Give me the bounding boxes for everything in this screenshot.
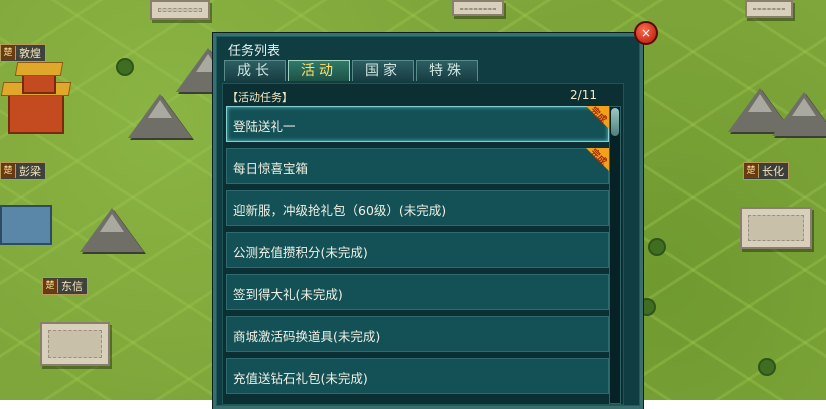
task-label: 迎新服，冲级抢礼包（60级）(未完成) xyxy=(233,203,447,218)
task-tabs: 成长 活动 国家 特殊 xyxy=(224,60,478,81)
task-label: 每日惊喜宝箱 xyxy=(233,161,309,176)
task-row[interactable]: 充值送钻石礼包(未完成) xyxy=(226,358,609,394)
task-row[interactable]: 商城激活码换道具(未完成) xyxy=(226,316,609,352)
task-label: 商城激活码换道具(未完成) xyxy=(233,329,381,344)
task-row[interactable]: 公测充值攒积分(未完成) xyxy=(226,232,609,268)
mountain-icon xyxy=(772,92,826,136)
tab-growth[interactable]: 成长 xyxy=(224,60,286,81)
city-label[interactable]: 楚 东信 xyxy=(42,277,88,295)
nation-flag-icon: 楚 xyxy=(43,279,58,293)
nation-flag-icon: 楚 xyxy=(1,164,16,178)
task-list-panel: 任务列表 成长 活动 国家 特殊 【活动任务】 2/11 登陆送礼一 完成 每日… xyxy=(213,33,643,409)
tree-icon xyxy=(118,60,132,74)
tab-nation[interactable]: 国家 xyxy=(352,60,414,81)
blue-hall-building[interactable] xyxy=(0,205,52,245)
task-row[interactable]: 登陆送礼一 完成 xyxy=(226,106,610,142)
city-building[interactable] xyxy=(740,207,812,249)
city-building[interactable] xyxy=(40,322,110,366)
tab-special[interactable]: 特殊 xyxy=(416,60,478,81)
nation-flag-icon: 楚 xyxy=(1,46,16,60)
city-name: 长化 xyxy=(762,165,784,178)
section-title: 【活动任务】 xyxy=(227,91,293,104)
city-name: 敦煌 xyxy=(19,47,41,60)
scroll-thumb[interactable] xyxy=(611,108,619,136)
city-name: 东信 xyxy=(61,280,83,293)
palace-building[interactable] xyxy=(8,90,64,134)
close-icon: × xyxy=(640,26,652,40)
task-list: 【活动任务】 2/11 登陆送礼一 完成 每日惊喜宝箱 完成 迎新服，冲级抢礼包… xyxy=(222,83,624,405)
page-count: 2/11 xyxy=(570,88,597,102)
mountain-icon xyxy=(128,94,192,138)
city-building[interactable] xyxy=(150,0,210,20)
mountain-icon xyxy=(80,208,144,252)
city-name: 彭梁 xyxy=(19,165,41,178)
city-building[interactable] xyxy=(745,0,793,18)
task-row[interactable]: 迎新服，冲级抢礼包（60级）(未完成) xyxy=(226,190,609,226)
panel-title: 任务列表 xyxy=(228,44,281,59)
close-button[interactable]: × xyxy=(634,21,658,45)
task-label: 签到得大礼(未完成) xyxy=(233,287,343,302)
nation-flag-icon: 楚 xyxy=(744,164,759,178)
task-row[interactable]: 签到得大礼(未完成) xyxy=(226,274,609,310)
task-label: 公测充值攒积分(未完成) xyxy=(233,245,368,260)
city-building[interactable] xyxy=(452,0,504,16)
task-row[interactable]: 每日惊喜宝箱 完成 xyxy=(226,148,610,184)
scrollbar[interactable] xyxy=(609,106,621,404)
city-label[interactable]: 楚 彭梁 xyxy=(0,162,46,180)
task-label: 登陆送礼一 xyxy=(233,119,296,134)
tree-icon xyxy=(650,240,664,254)
palace-building[interactable] xyxy=(22,70,56,94)
city-label[interactable]: 楚 长化 xyxy=(743,162,789,180)
tab-activity[interactable]: 活动 xyxy=(288,60,350,81)
tree-icon xyxy=(760,360,774,374)
city-label[interactable]: 楚 敦煌 xyxy=(0,44,46,62)
task-label: 充值送钻石礼包(未完成) xyxy=(233,371,368,386)
